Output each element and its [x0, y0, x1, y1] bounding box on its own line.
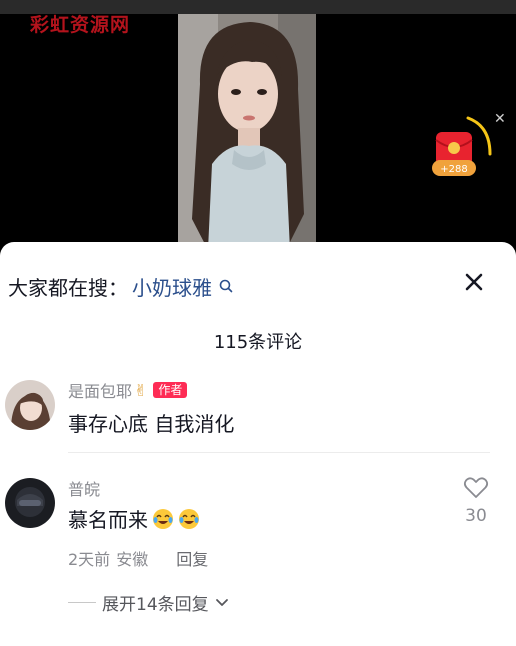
- like-count: 30: [465, 506, 487, 526]
- reply-button[interactable]: 回复: [176, 546, 208, 570]
- comment-panel: 大家都在搜： 小奶球雅 115条评论 是面包耶 ✌ 作者 事存心底 自我消化 普…: [0, 242, 516, 646]
- comment-text[interactable]: 事存心底 自我消化: [68, 408, 234, 437]
- red-packet-close-icon[interactable]: ✕: [494, 112, 506, 126]
- search-prefix: 大家都在搜：: [8, 275, 128, 300]
- watermark: 彩虹资源网: [30, 14, 131, 36]
- comment-meta: 2天前 安徽 回复: [68, 546, 208, 570]
- avatar[interactable]: [5, 380, 55, 430]
- comment-count: 115条评论: [213, 332, 303, 353]
- comment-text-content: 慕名而来: [68, 508, 148, 532]
- comment-username[interactable]: 是面包耶 ✌ 作者: [68, 378, 188, 402]
- comment-time: 2天前: [68, 550, 111, 569]
- crying-laughing-emoji: [179, 508, 199, 529]
- expand-divider-line: [68, 602, 96, 603]
- video-frame[interactable]: [178, 14, 316, 250]
- search-suggestion[interactable]: 大家都在搜： 小奶球雅: [8, 272, 234, 300]
- comment-username[interactable]: 普皖: [68, 476, 100, 500]
- search-icon[interactable]: [218, 278, 234, 294]
- red-packet-amount: +288: [440, 164, 467, 175]
- username-text[interactable]: 普皖: [68, 476, 100, 500]
- chevron-down-icon: [215, 598, 228, 606]
- comment-item: 普皖 慕名而来 2天前 安徽 回复 30 展开14条回复: [0, 476, 516, 626]
- video-thumbnail: [178, 14, 316, 250]
- avatar-image: [5, 478, 55, 528]
- avatar[interactable]: [5, 478, 55, 528]
- divider: [68, 452, 490, 453]
- video-area[interactable]: 彩虹资源网 +288 ✕: [0, 0, 516, 250]
- comment-location: 安徽: [116, 550, 149, 569]
- close-icon[interactable]: [462, 270, 486, 294]
- like-button[interactable]: 30: [460, 476, 492, 526]
- search-term-link[interactable]: 小奶球雅: [132, 272, 212, 301]
- author-badge: 作者: [153, 382, 188, 398]
- expand-replies-button[interactable]: 展开14条回复: [68, 590, 229, 615]
- comment-text[interactable]: 慕名而来: [68, 504, 200, 533]
- comment-item: 是面包耶 ✌ 作者 事存心底 自我消化: [0, 378, 516, 458]
- crying-laughing-emoji: [153, 508, 173, 529]
- victory-hand-emoji: ✌: [134, 380, 148, 400]
- avatar-image: [5, 380, 55, 430]
- username-text[interactable]: 是面包耶: [68, 378, 132, 402]
- red-envelope-icon[interactable]: +288: [428, 110, 498, 182]
- heart-icon[interactable]: [463, 476, 489, 500]
- expand-replies-label: 展开14条回复: [102, 595, 209, 615]
